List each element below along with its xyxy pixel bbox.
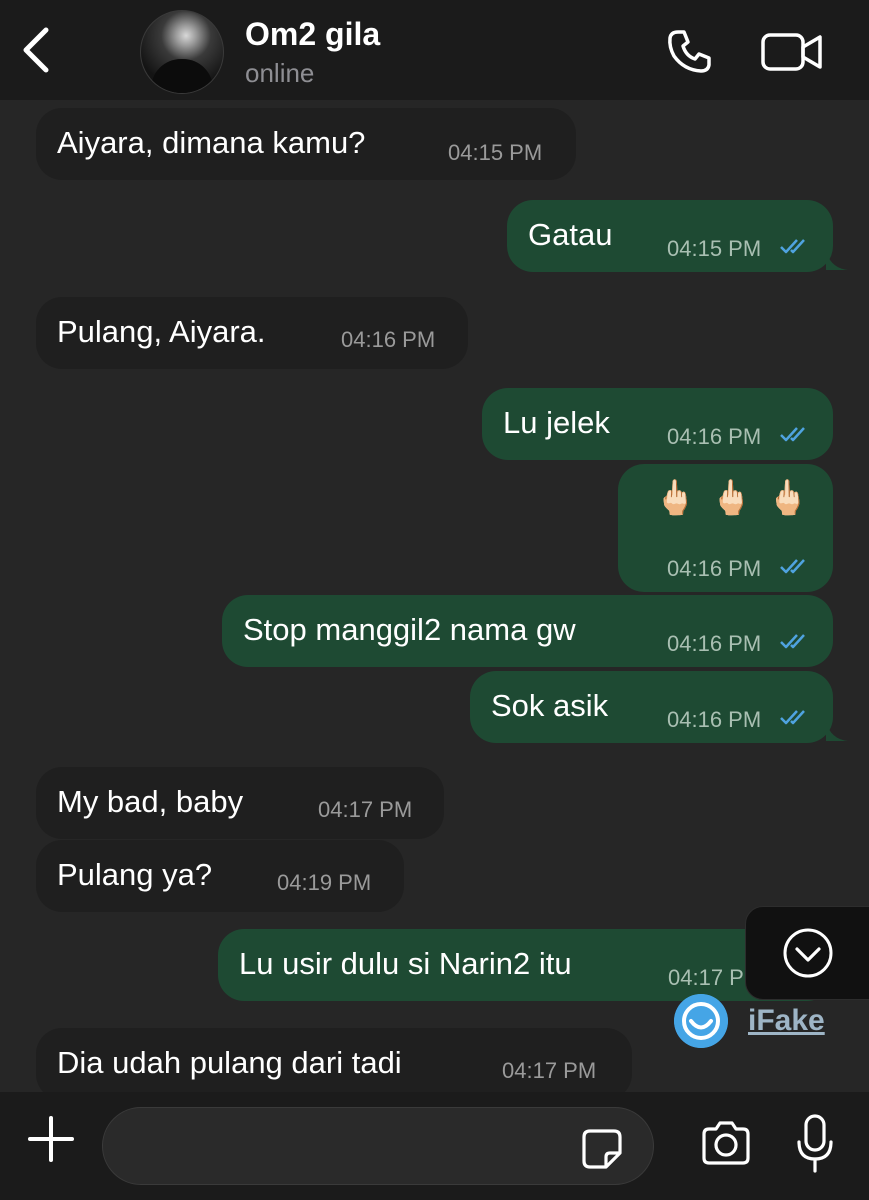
message-time: 04:16 PM xyxy=(667,707,762,732)
ifake-logo-icon xyxy=(674,994,728,1048)
double-check-icon xyxy=(780,559,805,574)
compose-bar xyxy=(0,1092,869,1200)
message-incoming[interactable]: My bad, baby 04:17 PM xyxy=(36,767,444,839)
message-outgoing[interactable]: Sok asik 04:16 PM xyxy=(470,671,833,743)
message-text: Sok asik xyxy=(491,688,609,723)
message-text: Pulang ya? xyxy=(57,857,213,892)
message-incoming[interactable]: Pulang, Aiyara. 04:16 PM xyxy=(36,297,468,369)
scroll-to-bottom-button[interactable] xyxy=(745,906,869,1000)
message-incoming[interactable]: Pulang ya? 04:19 PM xyxy=(36,840,404,912)
microphone-icon[interactable] xyxy=(795,1114,835,1174)
camera-icon[interactable] xyxy=(700,1120,752,1166)
message-outgoing[interactable]: Gatau 04:15 PM xyxy=(507,200,833,272)
message-time: 04:16 PM xyxy=(667,631,762,656)
message-text: Aiyara, dimana kamu? xyxy=(57,125,366,160)
message-text: Gatau xyxy=(528,217,613,252)
double-check-icon xyxy=(780,634,805,649)
message-text: Lu jelek xyxy=(503,405,610,440)
message-time: 04:17 PM xyxy=(318,797,413,822)
message-outgoing[interactable]: Lu usir dulu si Narin2 itu 04:17 PM xyxy=(218,929,833,1001)
phone-icon[interactable] xyxy=(664,26,714,76)
double-check-icon xyxy=(780,710,805,725)
message-input[interactable] xyxy=(102,1107,654,1185)
message-outgoing[interactable]: Lu jelek 04:16 PM xyxy=(482,388,833,460)
chevron-left-icon[interactable] xyxy=(14,22,58,78)
avatar[interactable] xyxy=(140,10,224,94)
message-time: 04:17 PM xyxy=(502,1058,597,1083)
message-time: 04:15 PM xyxy=(667,236,762,261)
double-check-icon xyxy=(780,239,805,254)
plus-icon[interactable] xyxy=(24,1112,78,1166)
message-time: 04:15 PM xyxy=(448,140,543,165)
message-time: 04:16 PM xyxy=(667,556,762,581)
message-emoji: 🖕🏻🖕🏻🖕🏻 xyxy=(654,479,824,517)
message-incoming[interactable]: Aiyara, dimana kamu? 04:15 PM xyxy=(36,108,576,180)
message-text: Stop manggil2 nama gw xyxy=(243,612,576,647)
watermark-text: iFake xyxy=(748,1004,825,1037)
message-text: My bad, baby xyxy=(57,784,244,819)
message-outgoing[interactable]: Stop manggil2 nama gw 04:16 PM xyxy=(222,595,833,667)
message-text: Pulang, Aiyara. xyxy=(57,314,266,349)
double-check-icon xyxy=(780,427,805,442)
video-camera-icon[interactable] xyxy=(760,30,824,74)
chat-header: Om2 gila online xyxy=(0,0,869,100)
message-incoming[interactable]: Dia udah pulang dari tadi 04:17 PM xyxy=(36,1028,632,1092)
message-time: 04:19 PM xyxy=(277,870,372,895)
message-time: 04:16 PM xyxy=(667,424,762,449)
bubble-tail xyxy=(826,721,848,741)
chevron-down-circle-icon xyxy=(783,928,833,978)
message-time: 04:16 PM xyxy=(341,327,436,352)
sticker-icon[interactable] xyxy=(580,1127,624,1171)
message-outgoing[interactable]: 🖕🏻🖕🏻🖕🏻 04:16 PM xyxy=(618,464,833,592)
bubble-tail xyxy=(826,250,848,270)
message-list[interactable]: Aiyara, dimana kamu? 04:15 PM Gatau 04:1… xyxy=(0,100,869,1092)
message-text: Dia udah pulang dari tadi xyxy=(57,1045,402,1080)
message-text: Lu usir dulu si Narin2 itu xyxy=(239,946,572,981)
contact-name[interactable]: Om2 gila xyxy=(245,16,380,53)
contact-status: online xyxy=(245,58,315,88)
